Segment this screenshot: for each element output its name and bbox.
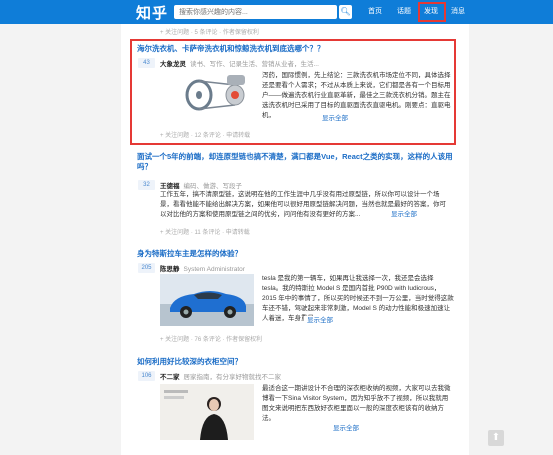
answer-meta: + 关注问题 · 76 条评论 · 作者保留权利 xyxy=(160,337,263,343)
question-title[interactable]: 面试一个5年的前端，却连原型链也搞不清楚，满口都是Vue，React之类的实现，… xyxy=(137,152,459,172)
top-navigation-bar: 知乎 🔍︎ 首页 话题 发现 消息 xyxy=(0,0,553,24)
show-more-link[interactable]: 显示全部 xyxy=(304,316,333,326)
vote-count[interactable]: 106 xyxy=(138,371,155,381)
author-bio: 编码、做游、写段子 xyxy=(183,183,243,190)
nav-topics[interactable]: 话题 xyxy=(397,0,411,24)
answer-excerpt[interactable]: tesla 是我的第一辆车，如果再让我选择一次，我还是会选择 tesla。我的特… xyxy=(262,274,454,324)
author-name[interactable]: 王德福 xyxy=(160,183,180,190)
show-more-link[interactable]: 显示全部 xyxy=(388,210,417,220)
show-more-link[interactable]: 显示全部 xyxy=(330,424,359,434)
answer-author: 不二家 居家指南，有分享好物就找不二家 xyxy=(160,371,281,381)
vote-count[interactable]: 205 xyxy=(138,263,155,273)
answer-meta: + 关注问题 · 11 条评论 · 申请转载 xyxy=(160,230,250,236)
highlight-box xyxy=(130,39,456,145)
question-title[interactable]: 身为特斯拉车主是怎样的体验？ xyxy=(137,249,459,259)
nav-messages[interactable]: 消息 xyxy=(451,0,465,24)
search-input[interactable] xyxy=(174,5,324,19)
author-name[interactable]: 不二家 xyxy=(160,374,180,381)
top-answer-meta: + 关注问题 · 5 条评论 · 作者保留权利 xyxy=(160,30,259,36)
question-title[interactable]: 如何利用好比较深的衣柜空间？ xyxy=(137,357,459,367)
vote-count[interactable]: 32 xyxy=(138,180,155,190)
nav-home[interactable]: 首页 xyxy=(368,0,382,24)
search-box xyxy=(174,5,337,19)
answer-author: 陈思静 System Administrator xyxy=(160,263,245,273)
answer-thumbnail[interactable] xyxy=(160,274,254,326)
answer-thumbnail[interactable] xyxy=(160,384,254,440)
search-icon: 🔍︎ xyxy=(340,7,351,16)
answer-author: 王德福 编码、做游、写段子 xyxy=(160,180,242,190)
zhihu-logo[interactable]: 知乎 xyxy=(136,2,168,23)
video-still xyxy=(160,384,254,440)
arrow-up-icon: ⬆︎ xyxy=(491,432,501,443)
author-bio: System Administrator xyxy=(183,266,245,273)
author-name[interactable]: 陈思静 xyxy=(160,266,180,273)
nav-explore-highlight-box xyxy=(418,2,446,22)
author-bio: 居家指南，有分享好物就找不二家 xyxy=(183,374,282,381)
back-to-top-button[interactable]: ⬆︎ xyxy=(488,430,504,446)
car-photo xyxy=(160,274,254,326)
search-button[interactable]: 🔍︎ xyxy=(339,5,352,19)
